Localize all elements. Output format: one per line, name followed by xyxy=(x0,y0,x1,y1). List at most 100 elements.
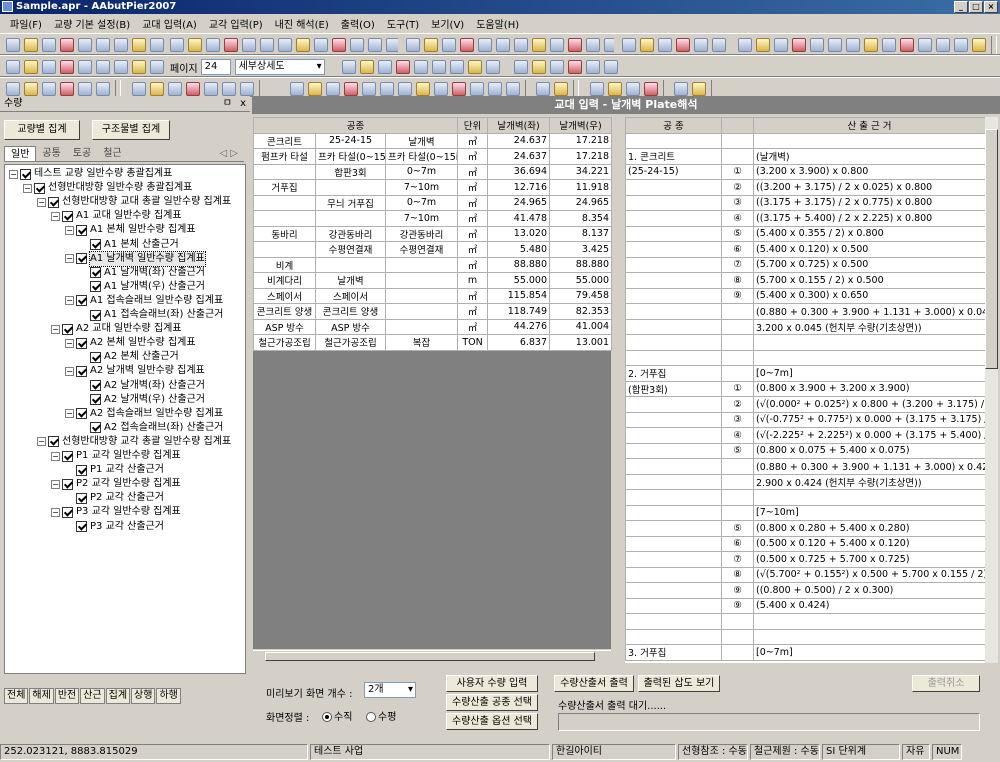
tree-node[interactable]: − 선형반대방향 교각 총괄 일반수량 집계표 xyxy=(37,435,231,449)
menu-item[interactable]: 내진 해석(E) xyxy=(269,16,335,31)
menu-item[interactable]: 보기(V) xyxy=(425,16,470,31)
tree-node[interactable]: − A2 날개벽 일반수량 집계표 xyxy=(65,364,205,378)
table-cell[interactable] xyxy=(753,489,985,506)
table-cell[interactable] xyxy=(625,241,722,258)
table-cell[interactable] xyxy=(721,489,754,506)
collapse-icon[interactable]: − xyxy=(51,324,60,334)
toolbar-button-icon[interactable] xyxy=(42,82,56,96)
table-cell[interactable]: 5.480 xyxy=(487,241,551,258)
toolbar-button-icon[interactable] xyxy=(132,38,146,52)
checkbox-icon[interactable] xyxy=(76,365,87,377)
table-cell[interactable]: 날개벽 xyxy=(315,272,386,289)
table-cell[interactable]: ㎡ xyxy=(457,241,489,258)
tab-item[interactable]: 공통 xyxy=(36,146,66,161)
toolbar-button-icon[interactable] xyxy=(78,38,92,52)
table-cell[interactable]: 24.637 xyxy=(487,132,551,149)
table-cell[interactable] xyxy=(384,303,459,320)
table-cell[interactable] xyxy=(721,303,754,320)
tree-node[interactable]: P3 교각 산출근거 xyxy=(65,520,164,534)
tree-node[interactable]: A2 날개벽(우) 산출근거 xyxy=(79,393,205,407)
toolbar-button-icon[interactable] xyxy=(674,82,688,96)
table-cell[interactable] xyxy=(625,210,722,227)
toolbar-button-icon[interactable] xyxy=(260,38,274,52)
table-cell[interactable]: TON xyxy=(457,334,489,351)
table-cell[interactable]: 82.353 xyxy=(549,303,613,320)
tree-node[interactable]: − A1 본체 일반수량 집계표 xyxy=(65,223,196,237)
checkbox-icon[interactable] xyxy=(90,239,101,250)
tree-node[interactable]: − A2 교대 일반수량 집계표 xyxy=(51,322,182,336)
tree-node[interactable]: − 선형반대방향 교대 총괄 일반수량 집계표 xyxy=(37,195,231,209)
table-cell[interactable]: 36.694 xyxy=(487,163,551,180)
tree-action-button[interactable]: 집계 xyxy=(105,688,131,704)
tree-node[interactable]: A2 접속슬래브(좌) 산출근거 xyxy=(79,421,223,435)
toolbar-button-icon[interactable] xyxy=(362,82,376,96)
table-cell[interactable]: 프카 타설(0~15i xyxy=(315,148,386,165)
option-select-button[interactable]: 수량산출 옵션 선택 xyxy=(446,713,538,730)
toolbar-button-icon[interactable] xyxy=(290,82,304,96)
table-cell[interactable]: (5.400 x 0.355 / 2) x 0.800 xyxy=(753,225,985,242)
toolbar-button-icon[interactable] xyxy=(78,60,92,74)
table-cell[interactable]: 스페이서 xyxy=(315,287,386,304)
table-cell[interactable]: 거푸집 xyxy=(253,179,316,196)
toolbar-button-icon[interactable] xyxy=(554,82,568,96)
toolbar-button-icon[interactable] xyxy=(42,60,56,74)
structure-summary-button[interactable]: 구조물별 집계 xyxy=(92,120,170,140)
table-cell[interactable]: 115.854 xyxy=(487,287,551,304)
table-cell[interactable]: (0.800 x 0.280 + 5.400 x 0.280) xyxy=(753,520,985,537)
toolbar-button-icon[interactable] xyxy=(468,60,482,74)
tree-node[interactable]: − P1 교각 일반수량 집계표 xyxy=(51,449,181,463)
table-cell[interactable]: 7~10m xyxy=(384,179,459,196)
table-cell[interactable]: (5.700 x 0.725) x 0.500 xyxy=(753,256,985,273)
collapse-icon[interactable]: − xyxy=(65,366,74,376)
page-input[interactable]: 24 xyxy=(200,59,231,75)
toolbar-button-icon[interactable] xyxy=(278,38,292,52)
table-cell[interactable]: ⑦ xyxy=(721,256,754,273)
toolbar-button-icon[interactable] xyxy=(626,82,640,96)
table-cell[interactable]: 88.880 xyxy=(549,256,613,273)
table-cell[interactable] xyxy=(625,334,722,351)
table-cell[interactable]: 복잡 xyxy=(384,334,459,351)
toolbar-button-icon[interactable] xyxy=(222,82,236,96)
table-cell[interactable]: (25-24-15) xyxy=(625,163,722,180)
table-cell[interactable] xyxy=(721,148,754,165)
table-cell[interactable] xyxy=(315,179,386,196)
tree-action-button[interactable]: 상행 xyxy=(131,688,156,704)
checkbox-icon[interactable] xyxy=(48,196,59,208)
toolbar-button-icon[interactable] xyxy=(132,82,146,96)
toolbar-button-icon[interactable] xyxy=(386,38,398,52)
toolbar-button-icon[interactable] xyxy=(536,82,550,96)
toolbar-button-icon[interactable] xyxy=(332,38,346,52)
menu-item[interactable]: 출력(O) xyxy=(335,16,381,31)
toolbar-button-icon[interactable] xyxy=(658,38,672,52)
checkbox-icon[interactable] xyxy=(76,464,87,476)
tab-item[interactable]: 토공 xyxy=(67,146,97,161)
table-cell[interactable]: 콘크리트 양생 xyxy=(315,303,386,320)
toolbar-button-icon[interactable] xyxy=(864,38,878,52)
toolbar-button-icon[interactable] xyxy=(96,38,110,52)
toolbar-button-icon[interactable] xyxy=(24,60,38,74)
table-cell[interactable]: ⑤ xyxy=(721,442,754,459)
checkbox-icon[interactable] xyxy=(76,295,87,307)
table-cell[interactable] xyxy=(721,318,754,335)
checkbox-icon[interactable] xyxy=(90,281,101,293)
toolbar-button-icon[interactable] xyxy=(240,82,254,96)
table-cell[interactable] xyxy=(253,241,316,258)
tree-node[interactable]: − A1 날개벽 일반수량 집계표 xyxy=(65,250,206,267)
table-cell[interactable] xyxy=(625,225,722,242)
table-cell[interactable]: 동바리 xyxy=(253,225,316,242)
toolbar-button-icon[interactable] xyxy=(434,82,448,96)
table-cell[interactable]: (5.400 x 0.120) x 0.500 xyxy=(753,241,985,258)
table-cell[interactable] xyxy=(253,163,316,180)
table-cell[interactable]: 비계 xyxy=(253,256,316,273)
table-cell[interactable]: ((0.800 + 0.500) / 2 x 0.300) xyxy=(753,582,985,599)
toolbar-button-icon[interactable] xyxy=(810,38,824,52)
table-cell[interactable] xyxy=(625,411,722,428)
menu-item[interactable]: 도구(T) xyxy=(381,16,425,31)
toolbar-button-icon[interactable] xyxy=(6,60,20,74)
close-button[interactable]: × xyxy=(984,1,998,13)
collapse-icon[interactable]: − xyxy=(51,211,60,221)
table-cell[interactable] xyxy=(625,473,722,490)
toolbar-button-icon[interactable] xyxy=(396,60,410,74)
table-cell[interactable]: ((3.175 + 3.175) / 2 x 0.775) x 0.800 xyxy=(753,194,985,211)
table-cell[interactable]: 25-24-15 xyxy=(315,132,386,149)
